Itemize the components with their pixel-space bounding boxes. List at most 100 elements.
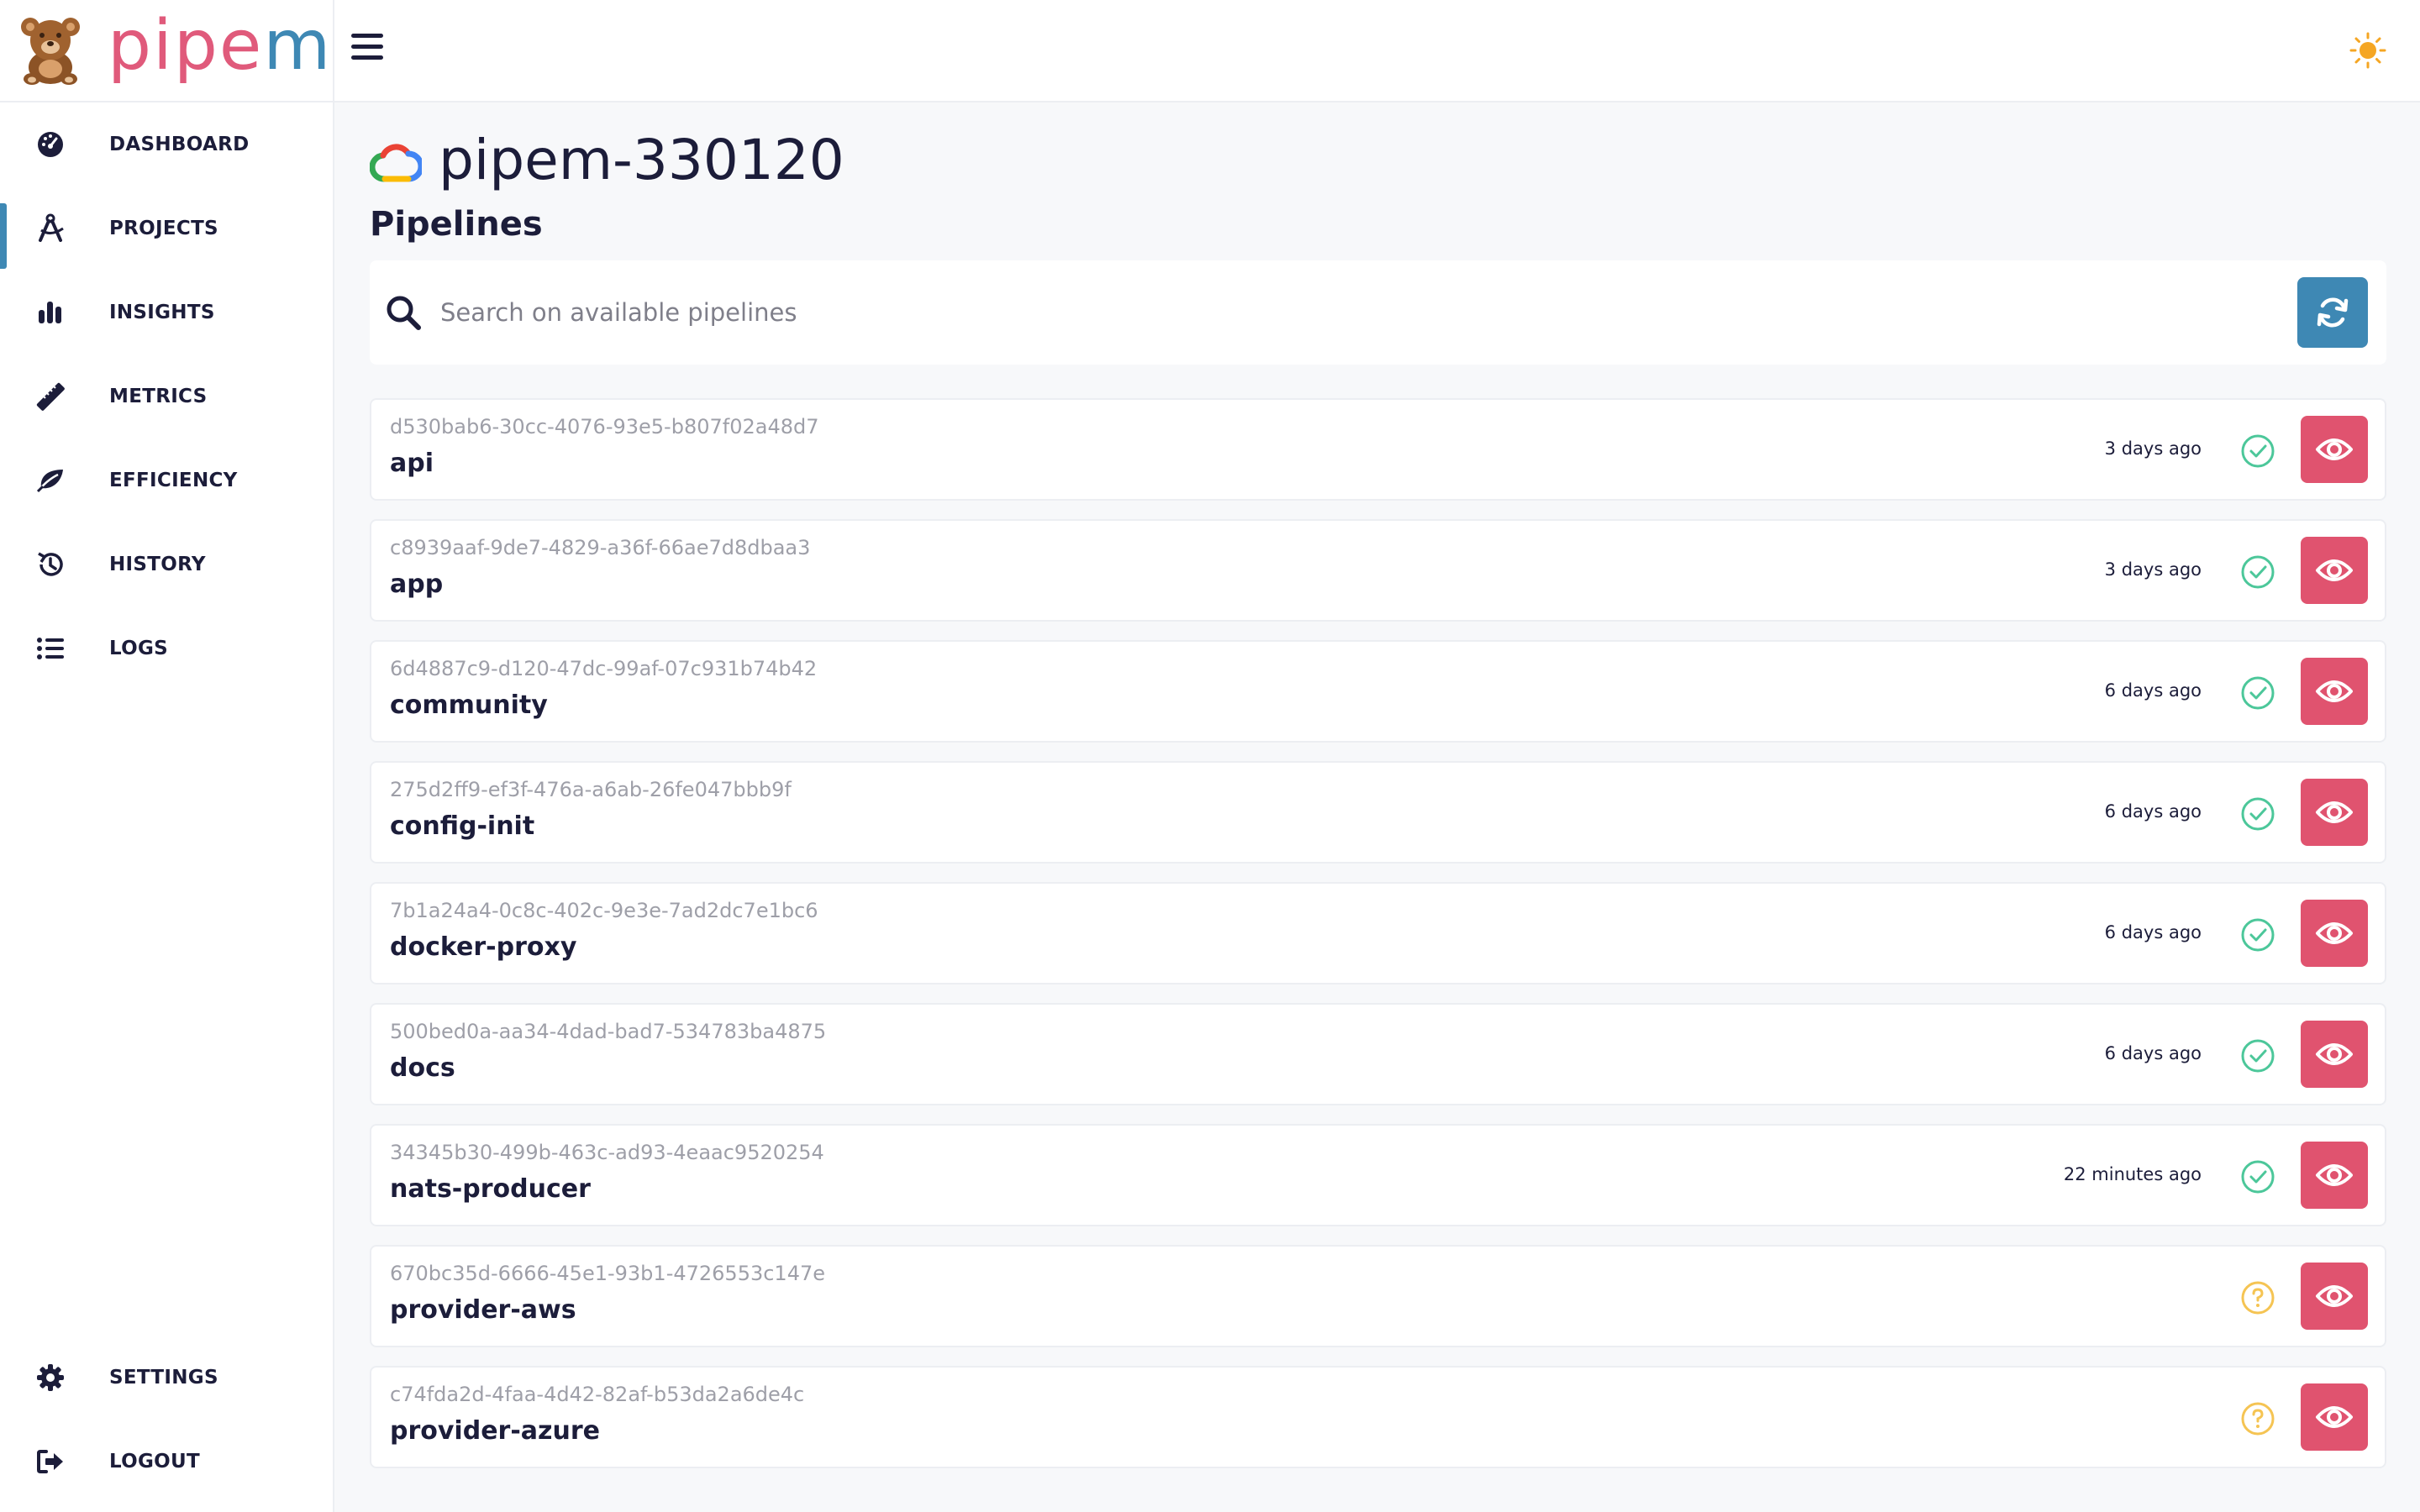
eye-icon bbox=[2316, 1285, 2353, 1307]
view-pipeline-button[interactable] bbox=[2301, 658, 2368, 725]
bar-chart-icon bbox=[34, 296, 67, 329]
view-pipeline-button[interactable] bbox=[2301, 1142, 2368, 1209]
pipeline-id: 34345b30-499b-463c-ad93-4eaac9520254 bbox=[390, 1141, 824, 1164]
project-title: pipem-330120 bbox=[439, 127, 844, 192]
sidebar-item-logout[interactable]: LOGOUT bbox=[0, 1420, 333, 1504]
bear-logo-icon bbox=[21, 18, 80, 85]
pipeline-name: config-init bbox=[390, 811, 535, 841]
pipeline-last-run: 6 days ago bbox=[2104, 922, 2202, 942]
pipeline-id: 6d4887c9-d120-47dc-99af-07c931b74b42 bbox=[390, 657, 818, 680]
sidebar-item-projects[interactable]: PROJECTS bbox=[0, 186, 333, 270]
sidebar-item-metrics[interactable]: METRICS bbox=[0, 354, 333, 438]
hamburger-line bbox=[351, 45, 383, 49]
hamburger-line bbox=[351, 55, 383, 60]
pipeline-last-run: 6 days ago bbox=[2104, 680, 2202, 701]
pipeline-row[interactable]: 670bc35d-6666-45e1-93b1-4726553c147e pro… bbox=[370, 1245, 2386, 1347]
search-icon bbox=[387, 296, 421, 330]
pipeline-row[interactable]: c74fda2d-4faa-4d42-82af-b53da2a6de4c pro… bbox=[370, 1366, 2386, 1468]
refresh-button[interactable] bbox=[2297, 277, 2368, 348]
pipeline-id: 500bed0a-aa34-4dad-bad7-534783ba4875 bbox=[390, 1020, 827, 1043]
sidebar-item-label: LOGOUT bbox=[109, 1451, 200, 1473]
eye-icon bbox=[2316, 922, 2353, 944]
section-title: Pipelines bbox=[370, 205, 543, 244]
main-content: pipem-330120 Pipelines d530bab6-30cc-407… bbox=[370, 102, 2386, 1487]
pipeline-row[interactable]: 7b1a24a4-0c8c-402c-9e3e-7ad2dc7e1bc6 doc… bbox=[370, 882, 2386, 984]
status-success-icon bbox=[2240, 1038, 2275, 1074]
pipeline-row[interactable]: 275d2ff9-ef3f-476a-a6ab-26fe047bbb9f con… bbox=[370, 761, 2386, 864]
hamburger-line bbox=[351, 34, 383, 38]
pipeline-id: d530bab6-30cc-4076-93e5-b807f02a48d7 bbox=[390, 415, 819, 438]
status-success-icon bbox=[2240, 796, 2275, 832]
status-unknown-icon bbox=[2240, 1401, 2275, 1436]
sidebar-item-label: HISTORY bbox=[109, 554, 206, 575]
pipeline-row[interactable]: c8939aaf-9de7-4829-a36f-66ae7d8dbaa3 app… bbox=[370, 519, 2386, 622]
sidebar-item-efficiency[interactable]: EFFICIENCY bbox=[0, 438, 333, 522]
pipeline-name: api bbox=[390, 449, 434, 478]
sidebar-item-label: SETTINGS bbox=[109, 1367, 218, 1389]
pipeline-id: c8939aaf-9de7-4829-a36f-66ae7d8dbaa3 bbox=[390, 536, 811, 559]
sidebar-item-label: PROJECTS bbox=[109, 218, 218, 239]
gear-icon bbox=[34, 1361, 67, 1394]
pipeline-last-run: 22 minutes ago bbox=[2063, 1164, 2202, 1184]
view-pipeline-button[interactable] bbox=[2301, 416, 2368, 483]
search-bar bbox=[370, 260, 2386, 365]
pipeline-last-run: 3 days ago bbox=[2104, 438, 2202, 459]
pipeline-row[interactable]: 500bed0a-aa34-4dad-bad7-534783ba4875 doc… bbox=[370, 1003, 2386, 1105]
view-pipeline-button[interactable] bbox=[2301, 537, 2368, 604]
topbar bbox=[334, 0, 2420, 102]
status-success-icon bbox=[2240, 675, 2275, 711]
compass-icon bbox=[34, 212, 67, 245]
view-pipeline-button[interactable] bbox=[2301, 1021, 2368, 1088]
sidebar-item-label: METRICS bbox=[109, 386, 208, 407]
brand[interactable]: pipem bbox=[0, 0, 333, 102]
sidebar-item-settings[interactable]: SETTINGS bbox=[0, 1336, 333, 1420]
sidebar-item-history[interactable]: HISTORY bbox=[0, 522, 333, 606]
sidebar-item-logs[interactable]: LOGS bbox=[0, 606, 333, 690]
pipeline-list: d530bab6-30cc-4076-93e5-b807f02a48d7 api… bbox=[370, 398, 2386, 1468]
pipeline-id: c74fda2d-4faa-4d42-82af-b53da2a6de4c bbox=[390, 1383, 805, 1406]
view-pipeline-button[interactable] bbox=[2301, 900, 2368, 967]
sidebar-item-label: INSIGHTS bbox=[109, 302, 215, 323]
eye-icon bbox=[2316, 1406, 2353, 1428]
sidebar-item-dashboard[interactable]: DASHBOARD bbox=[0, 102, 333, 186]
status-success-icon bbox=[2240, 554, 2275, 590]
pipeline-name: provider-aws bbox=[390, 1295, 576, 1325]
brand-name: pipem bbox=[108, 6, 333, 86]
status-success-icon bbox=[2240, 917, 2275, 953]
view-pipeline-button[interactable] bbox=[2301, 1263, 2368, 1330]
pipeline-name: nats-producer bbox=[390, 1174, 591, 1204]
sidebar-item-label: LOGS bbox=[109, 638, 169, 659]
pipeline-id: 275d2ff9-ef3f-476a-a6ab-26fe047bbb9f bbox=[390, 778, 792, 801]
sidebar-item-insights[interactable]: INSIGHTS bbox=[0, 270, 333, 354]
status-unknown-icon bbox=[2240, 1280, 2275, 1315]
list-icon bbox=[34, 632, 67, 665]
pipeline-row[interactable]: 6d4887c9-d120-47dc-99af-07c931b74b42 com… bbox=[370, 640, 2386, 743]
pipeline-row[interactable]: 34345b30-499b-463c-ad93-4eaac9520254 nat… bbox=[370, 1124, 2386, 1226]
theme-toggle-sun-icon[interactable] bbox=[2349, 32, 2386, 69]
leaf-icon bbox=[34, 464, 67, 497]
view-pipeline-button[interactable] bbox=[2301, 779, 2368, 846]
status-success-icon bbox=[2240, 433, 2275, 469]
bottom-nav: SETTINGS LOGOUT bbox=[0, 1336, 333, 1504]
project-header: pipem-330120 bbox=[370, 102, 2386, 217]
ruler-icon bbox=[34, 380, 67, 413]
gauge-icon bbox=[34, 128, 67, 161]
pipeline-id: 7b1a24a4-0c8c-402c-9e3e-7ad2dc7e1bc6 bbox=[390, 899, 818, 922]
pipeline-name: community bbox=[390, 690, 548, 720]
pipeline-row[interactable]: d530bab6-30cc-4076-93e5-b807f02a48d7 api… bbox=[370, 398, 2386, 501]
pipeline-name: docker-proxy bbox=[390, 932, 577, 962]
eye-icon bbox=[2316, 438, 2353, 460]
search-input[interactable] bbox=[440, 298, 2121, 327]
menu-toggle-button[interactable] bbox=[351, 34, 383, 64]
pipeline-last-run: 6 days ago bbox=[2104, 1043, 2202, 1063]
eye-icon bbox=[2316, 1164, 2353, 1186]
eye-icon bbox=[2316, 801, 2353, 823]
history-icon bbox=[34, 548, 67, 581]
pipeline-last-run: 3 days ago bbox=[2104, 559, 2202, 580]
pipeline-name: app bbox=[390, 570, 444, 599]
view-pipeline-button[interactable] bbox=[2301, 1383, 2368, 1451]
pipeline-last-run: 6 days ago bbox=[2104, 801, 2202, 822]
main-nav: DASHBOARD PROJECTS INSIGHTS METRICS EFFI… bbox=[0, 102, 333, 690]
eye-icon bbox=[2316, 559, 2353, 581]
sidebar-item-label: DASHBOARD bbox=[109, 134, 250, 155]
